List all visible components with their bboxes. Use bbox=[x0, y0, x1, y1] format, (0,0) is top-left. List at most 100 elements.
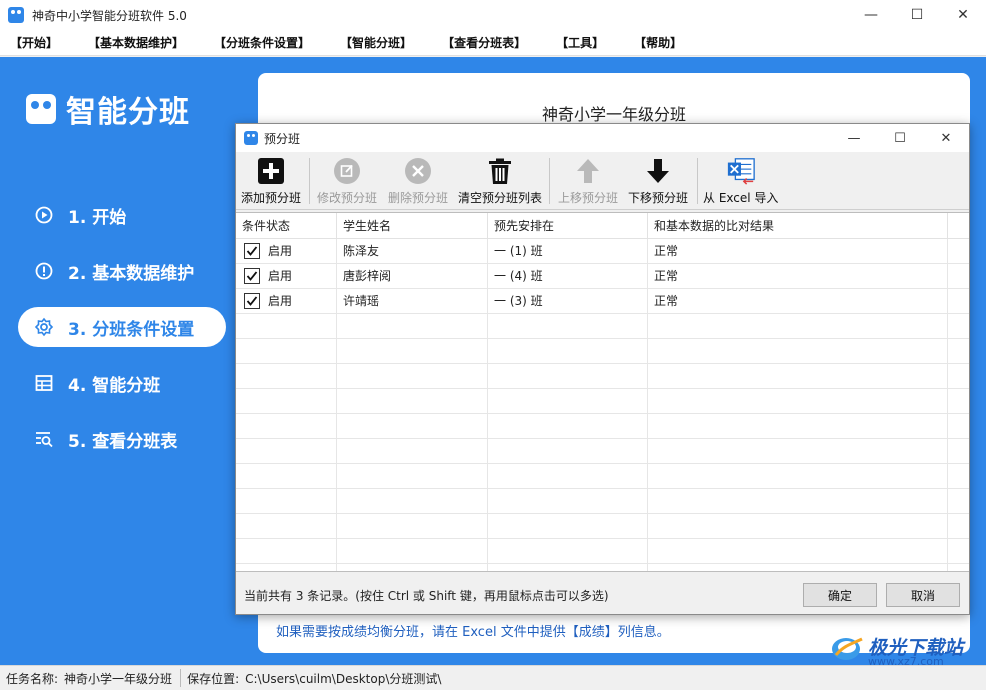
dialog-minimize-button[interactable]: — bbox=[831, 124, 877, 152]
menu-tools[interactable]: 【工具】 bbox=[556, 34, 604, 51]
record-count-text: 当前共有 3 条记录。(按住 Ctrl 或 Shift 键，再用鼠标点击可以多选… bbox=[244, 589, 609, 603]
import-excel-button[interactable]: 从 Excel 导入 bbox=[703, 156, 778, 208]
status-text: 启用 bbox=[268, 243, 293, 258]
add-pre-group-button[interactable]: 添加预分班 bbox=[241, 156, 301, 208]
delete-pre-group-button[interactable]: 删除预分班 bbox=[388, 156, 448, 208]
pre-grouping-table: 条件状态 学生姓名 预先安排在 和基本数据的比对结果 启用 陈泽友 一 (1) … bbox=[236, 212, 969, 572]
menu-smart-grouping[interactable]: 【智能分班】 bbox=[340, 34, 412, 51]
arrow-down-icon bbox=[643, 156, 673, 186]
empty-row bbox=[236, 439, 969, 464]
name-cell: 陈泽友 bbox=[337, 239, 488, 264]
import-excel-label: 从 Excel 导入 bbox=[703, 191, 779, 205]
empty-row bbox=[236, 539, 969, 564]
sidebar-item-conditions[interactable]: 3. 分班条件设置 bbox=[18, 307, 226, 347]
brand: 智能分班 bbox=[26, 87, 190, 131]
status-bar: 任务名称: 神奇小学一年级分班 保存位置: C:\Users\cuilm\Des… bbox=[0, 665, 986, 690]
empty-row bbox=[236, 489, 969, 514]
menu-help[interactable]: 【帮助】 bbox=[634, 34, 682, 51]
cancel-button[interactable]: 取消 bbox=[886, 583, 960, 607]
toolbar-divider bbox=[697, 158, 698, 204]
filler-cell bbox=[948, 264, 969, 289]
move-up-button[interactable]: 上移预分班 bbox=[558, 156, 618, 208]
menu-basic-data[interactable]: 【基本数据维护】 bbox=[88, 34, 184, 51]
gear-icon bbox=[34, 317, 54, 337]
brand-logo-icon bbox=[26, 94, 56, 124]
column-header-class[interactable]: 预先安排在 bbox=[488, 213, 648, 239]
enable-checkbox[interactable] bbox=[244, 268, 260, 284]
clear-pre-group-list-label: 清空预分班列表 bbox=[458, 191, 543, 205]
app-logo-icon bbox=[8, 7, 24, 23]
sidebar-item-smart-grouping[interactable]: 4. 智能分班 bbox=[18, 363, 226, 403]
class-cell: 一 (1) 班 bbox=[488, 239, 648, 264]
status-text: 启用 bbox=[268, 293, 293, 308]
class-cell: 一 (4) 班 bbox=[488, 264, 648, 289]
empty-row bbox=[236, 564, 969, 571]
enable-checkbox[interactable] bbox=[244, 293, 260, 309]
delete-x-icon bbox=[403, 156, 433, 186]
sidebar-item-start[interactable]: 1. 开始 bbox=[18, 195, 226, 235]
column-header-result[interactable]: 和基本数据的比对结果 bbox=[648, 213, 948, 239]
page-title: 神奇小学一年级分班 bbox=[541, 105, 686, 124]
close-button[interactable]: ✕ bbox=[940, 0, 986, 30]
table-body: 启用 陈泽友 一 (1) 班 正常 启用 唐彭梓阅 一 (4) 班 正常 启用 … bbox=[236, 239, 969, 571]
menu-conditions[interactable]: 【分班条件设置】 bbox=[214, 34, 310, 51]
filler-cell bbox=[948, 239, 969, 264]
table-header: 条件状态 学生姓名 预先安排在 和基本数据的比对结果 bbox=[236, 213, 969, 239]
table-row[interactable]: 启用 陈泽友 一 (1) 班 正常 bbox=[236, 239, 969, 264]
result-cell: 正常 bbox=[648, 289, 948, 314]
column-header-filler bbox=[948, 213, 969, 239]
sidebar: 智能分班 1. 开始 2. 基本数据维护 3. 分班条件设置 4. 智能分班 5… bbox=[0, 57, 242, 665]
table-row[interactable]: 启用 唐彭梓阅 一 (4) 班 正常 bbox=[236, 264, 969, 289]
clear-pre-group-list-button[interactable]: 清空预分班列表 bbox=[458, 156, 542, 208]
status-cell: 启用 bbox=[236, 264, 337, 289]
sidebar-item-view-table[interactable]: 5. 查看分班表 bbox=[18, 419, 226, 459]
empty-row bbox=[236, 514, 969, 539]
menu-bar: 【开始】 【基本数据维护】 【分班条件设置】 【智能分班】 【查看分班表】 【工… bbox=[0, 30, 986, 56]
empty-row bbox=[236, 389, 969, 414]
result-cell: 正常 bbox=[648, 239, 948, 264]
sidebar-item-label: 3. 分班条件设置 bbox=[68, 319, 195, 340]
watermark: 极光下载站 www.xz7.com bbox=[830, 633, 963, 668]
empty-row bbox=[236, 464, 969, 489]
empty-row bbox=[236, 364, 969, 389]
column-header-status[interactable]: 条件状态 bbox=[236, 213, 337, 239]
toolbar-divider bbox=[549, 158, 550, 204]
table-row[interactable]: 启用 许靖瑶 一 (3) 班 正常 bbox=[236, 289, 969, 314]
sidebar-item-label: 2. 基本数据维护 bbox=[68, 263, 195, 284]
column-header-name[interactable]: 学生姓名 bbox=[337, 213, 488, 239]
save-location-label: 保存位置: bbox=[187, 671, 240, 686]
hint-text: 如果需要按成绩均衡分班，请在 Excel 文件中提供【成绩】列信息。 bbox=[276, 625, 670, 640]
checkmark-icon bbox=[246, 246, 258, 256]
dialog-close-button[interactable]: ✕ bbox=[923, 124, 969, 152]
empty-row bbox=[236, 314, 969, 339]
minimize-button[interactable]: — bbox=[848, 0, 894, 30]
dialog-title: 预分班 bbox=[264, 131, 301, 146]
watermark-url: www.xz7.com bbox=[868, 655, 944, 668]
menu-start[interactable]: 【开始】 bbox=[10, 34, 58, 51]
menu-view-table[interactable]: 【查看分班表】 bbox=[442, 34, 526, 51]
trash-icon bbox=[485, 156, 515, 186]
enable-checkbox[interactable] bbox=[244, 243, 260, 259]
dialog-maximize-button[interactable]: ☐ bbox=[877, 124, 923, 152]
move-down-button[interactable]: 下移预分班 bbox=[628, 156, 688, 208]
status-cell: 启用 bbox=[236, 239, 337, 264]
window-title: 神奇中小学智能分班软件 5.0 bbox=[32, 8, 187, 23]
filler-cell bbox=[948, 289, 969, 314]
move-down-label: 下移预分班 bbox=[628, 191, 689, 205]
search-list-icon bbox=[34, 429, 54, 449]
edit-pre-group-button[interactable]: 修改预分班 bbox=[317, 156, 377, 208]
brand-title: 智能分班 bbox=[66, 95, 190, 130]
checkmark-icon bbox=[246, 296, 258, 306]
dialog-toolbar: 添加预分班 修改预分班 删除预分班 清空预分班列表 上移预分班 下移预分班 从 … bbox=[236, 152, 969, 210]
sidebar-item-basic-data[interactable]: 2. 基本数据维护 bbox=[18, 251, 226, 291]
task-label: 任务名称: bbox=[6, 671, 59, 686]
sidebar-item-label: 1. 开始 bbox=[68, 207, 127, 228]
empty-row bbox=[236, 339, 969, 364]
maximize-button[interactable]: ☐ bbox=[894, 0, 940, 30]
excel-icon bbox=[726, 156, 756, 186]
dialog-logo-icon bbox=[244, 131, 258, 145]
result-cell: 正常 bbox=[648, 264, 948, 289]
ok-button[interactable]: 确定 bbox=[803, 583, 877, 607]
dialog-titlebar: 预分班 — ☐ ✕ bbox=[236, 124, 969, 152]
name-cell: 唐彭梓阅 bbox=[337, 264, 488, 289]
